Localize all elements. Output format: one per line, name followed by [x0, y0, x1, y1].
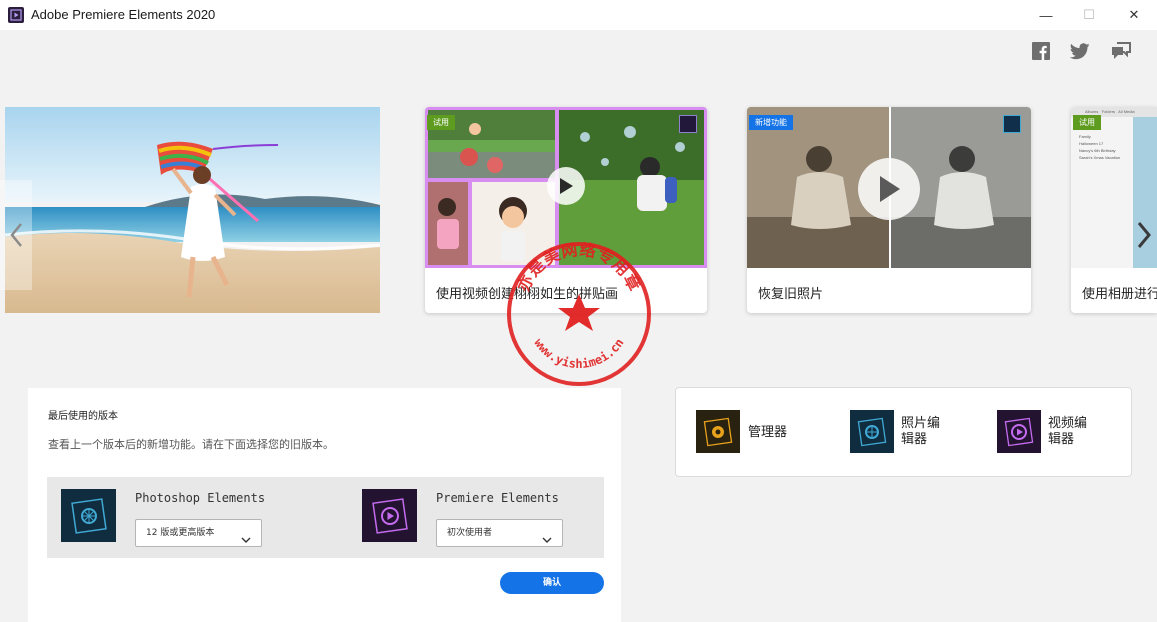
- play-icon[interactable]: [858, 158, 920, 220]
- feedback-icon[interactable]: [1110, 40, 1132, 62]
- confirm-button[interactable]: 确认: [500, 572, 604, 594]
- list-item: Family: [1079, 134, 1091, 139]
- carousel-card-restore-photo[interactable]: 新增功能 恢复旧照片: [747, 107, 1031, 313]
- list-item: Sarah's Xmas Vacation: [1079, 155, 1121, 160]
- facebook-icon[interactable]: [1030, 40, 1052, 62]
- video-editor-icon[interactable]: [997, 410, 1041, 453]
- album-tabs: Albums Folders All Media: [1085, 109, 1135, 114]
- app-launcher-panel: 管理器 照片编辑器 视频编辑器: [675, 387, 1132, 477]
- svg-text:亦是美网络专用章: 亦是美网络专用章: [514, 240, 645, 295]
- photo-editor-icon[interactable]: [850, 410, 894, 453]
- carousel-next-button[interactable]: [1131, 180, 1157, 290]
- album-list: Family Halloween 17 Nancy's 6th Birthday…: [1079, 133, 1120, 161]
- organizer-icon[interactable]: [696, 410, 740, 453]
- premiere-version-select[interactable]: 初次使用者: [436, 519, 563, 547]
- hero-banner-image: [5, 107, 380, 313]
- card-badge: 新增功能: [749, 115, 793, 130]
- photoshop-version-select[interactable]: 12 版或更高版本: [135, 519, 262, 547]
- maximize-button[interactable]: ☐: [1066, 0, 1112, 30]
- carousel-prev-button[interactable]: [0, 180, 32, 290]
- list-item: Halloween 17: [1079, 141, 1104, 146]
- title-bar: Adobe Premiere Elements 2020 — ☐ ✕: [0, 0, 1157, 30]
- organizer-label[interactable]: 管理器: [748, 424, 787, 440]
- chevron-down-icon: [241, 529, 251, 555]
- card-badge: 试用: [1073, 115, 1101, 130]
- photoshop-elements-logo-icon: [1003, 115, 1021, 133]
- photo-editor-label[interactable]: 照片编辑器: [901, 415, 945, 447]
- panel-description: 查看上一个版本后的新增功能。请在下面选择您的旧版本。: [48, 438, 334, 451]
- svg-text:www.yishimei.cn: www.yishimei.cn: [531, 336, 626, 371]
- last-version-panel: 最后使用的版本 查看上一个版本后的新增功能。请在下面选择您的旧版本。 Photo…: [28, 388, 621, 622]
- product-name: Premiere Elements: [436, 491, 559, 505]
- video-editor-label[interactable]: 视频编辑器: [1048, 415, 1092, 447]
- minimize-button[interactable]: —: [1023, 0, 1069, 30]
- panel-title: 最后使用的版本: [48, 411, 118, 422]
- product-name: Photoshop Elements: [135, 491, 266, 505]
- play-icon[interactable]: [547, 167, 585, 205]
- photoshop-elements-icon: [61, 489, 116, 542]
- twitter-icon[interactable]: [1069, 40, 1091, 62]
- card-media: 新增功能: [747, 107, 1031, 268]
- version-select-box: Photoshop Elements 12 版或更高版本 Premiere El…: [47, 477, 604, 558]
- premiere-elements-icon: [362, 489, 417, 542]
- premiere-elements-app-icon: [8, 7, 24, 23]
- card-label: 恢复旧照片: [758, 286, 824, 301]
- window-title: Adobe Premiere Elements 2020: [31, 7, 216, 22]
- chevron-down-icon: [542, 529, 552, 555]
- card-badge: 试用: [427, 115, 455, 130]
- close-button[interactable]: ✕: [1111, 0, 1157, 30]
- premiere-elements-logo-icon: [679, 115, 697, 133]
- list-item: Nancy's 6th Birthday: [1079, 148, 1116, 153]
- watermark-stamp: 亦是美网络专用章 www.yishimei.cn: [505, 240, 653, 388]
